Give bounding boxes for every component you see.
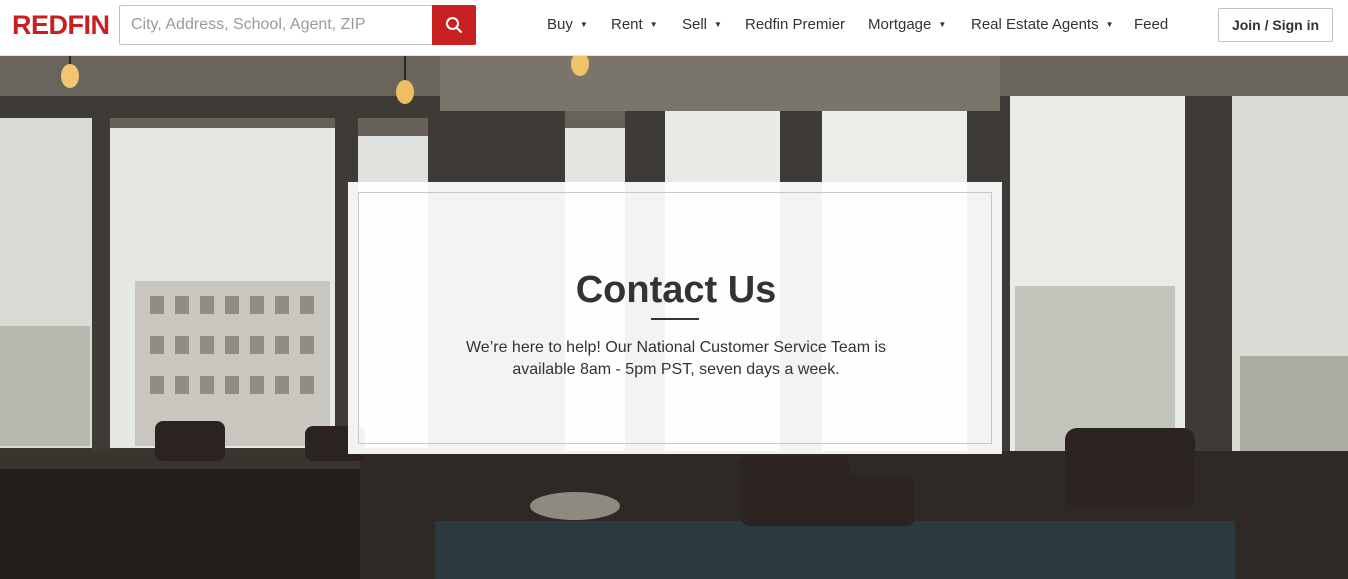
nav-sell-label: Sell (682, 16, 708, 33)
title-divider (651, 318, 699, 320)
contact-card-border: Contact Us We’re here to help! Our Natio… (358, 192, 992, 444)
nav-rent[interactable]: Rent ▼ (611, 16, 658, 33)
nav-real-estate-agents[interactable]: Real Estate Agents ▼ (971, 16, 1114, 33)
nav-buy-label: Buy (547, 16, 573, 33)
nav-mortgage-label: Mortgage (868, 16, 932, 33)
page-title: Contact Us (575, 269, 777, 311)
nav-mortgage[interactable]: Mortgage ▼ (868, 16, 946, 33)
caret-down-icon: ▼ (714, 20, 722, 29)
site-header: REDFIN Buy ▼ Rent ▼ Sell ▼ Redfin Premie… (0, 0, 1348, 56)
search-button[interactable] (432, 5, 476, 45)
contact-card: Contact Us We’re here to help! Our Natio… (348, 182, 1002, 454)
nav-buy[interactable]: Buy ▼ (547, 16, 588, 33)
search-input[interactable] (119, 5, 432, 45)
search-bar (119, 5, 476, 45)
nav-real-estate-agents-label: Real Estate Agents (971, 16, 1099, 33)
redfin-logo[interactable]: REDFIN (12, 10, 110, 41)
nav-feed[interactable]: Feed (1134, 16, 1168, 33)
nav-sell[interactable]: Sell ▼ (682, 16, 722, 33)
nav-redfin-premier-label: Redfin Premier (745, 16, 846, 33)
caret-down-icon: ▼ (938, 20, 947, 29)
caret-down-icon: ▼ (1105, 20, 1114, 29)
nav-rent-label: Rent (611, 16, 643, 33)
caret-down-icon: ▼ (579, 20, 588, 29)
nav-feed-label: Feed (1134, 16, 1169, 33)
join-sign-in-button[interactable]: Join / Sign in (1218, 8, 1333, 42)
nav-redfin-premier[interactable]: Redfin Premier (745, 16, 845, 33)
search-icon (446, 17, 462, 33)
contact-description: We’re here to help! Our National Custome… (465, 339, 887, 378)
caret-down-icon: ▼ (649, 20, 658, 29)
